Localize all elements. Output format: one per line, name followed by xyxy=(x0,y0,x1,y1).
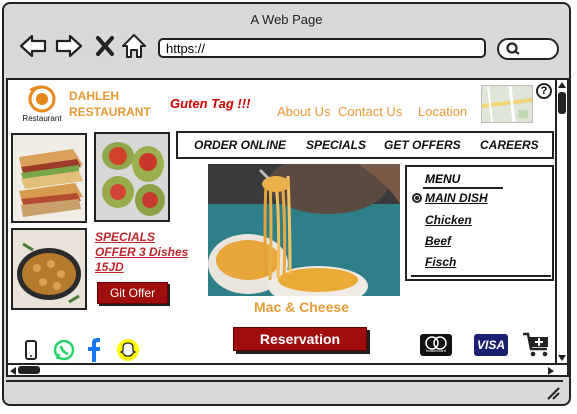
menu-title-underline xyxy=(423,187,503,189)
nav-careers[interactable]: CAREERS xyxy=(480,138,539,152)
menu-panel: MENU MAIN DISH Chicken Beef Fisch xyxy=(405,165,554,281)
avocado-toast-image-icon xyxy=(96,134,168,220)
address-bar[interactable]: https:// xyxy=(158,38,486,58)
horizontal-scroll-thumb[interactable] xyxy=(18,366,40,374)
horizontal-scrollbar[interactable] xyxy=(6,363,569,377)
back-arrow-icon[interactable] xyxy=(18,32,47,60)
sandwich-photo[interactable] xyxy=(11,133,87,223)
visa-icon: VISA xyxy=(474,334,508,356)
brand-line-2: RESTAURANT xyxy=(69,105,151,119)
sandwich-image-icon xyxy=(13,135,85,221)
restaurant-logo[interactable]: Restaurant xyxy=(16,84,68,124)
forward-arrow-icon[interactable] xyxy=(54,32,83,60)
menu-item-main-dish[interactable]: MAIN DISH xyxy=(425,191,488,205)
specials-price: 15JD xyxy=(95,260,124,274)
scroll-left-arrow-icon[interactable] xyxy=(10,367,16,375)
map-icon xyxy=(481,85,533,123)
menu-bottom-line xyxy=(411,275,551,277)
whatsapp-icon[interactable] xyxy=(52,338,76,362)
brand-name: DAHLEH RESTAURANT xyxy=(69,88,151,120)
phone-icon[interactable] xyxy=(24,340,38,360)
reservation-button[interactable]: Reservation xyxy=(233,327,367,351)
scroll-up-arrow-icon[interactable] xyxy=(558,82,566,88)
nav-specials[interactable]: SPECIALS xyxy=(306,138,366,152)
avocado-toast-photo[interactable] xyxy=(94,132,170,222)
mac-and-cheese-image-icon xyxy=(208,164,400,296)
nav-order-online[interactable]: ORDER ONLINE xyxy=(194,138,286,152)
menu-title: MENU xyxy=(425,172,461,186)
scroll-right-arrow-icon[interactable] xyxy=(548,367,554,375)
mac-and-cheese-photo[interactable] xyxy=(208,164,400,296)
help-icon[interactable]: ? xyxy=(536,83,552,99)
git-offer-button[interactable]: Git Offer xyxy=(97,282,168,304)
main-nav: ORDER ONLINE SPECIALS GET OFFERS CAREERS xyxy=(176,131,554,159)
link-location[interactable]: Location xyxy=(418,104,467,119)
vertical-scroll-thumb[interactable] xyxy=(558,92,566,114)
paella-image-icon xyxy=(13,230,85,308)
browser-search-field[interactable] xyxy=(497,38,559,60)
specials-offer: OFFER 3 Dishes xyxy=(95,245,189,259)
shopping-cart-add-icon[interactable] xyxy=(522,332,552,358)
link-contact-us[interactable]: Contact Us xyxy=(338,104,402,119)
specials-block: SPECIALS OFFER 3 Dishes 15JD xyxy=(95,230,188,275)
hero-caption: Mac & Cheese xyxy=(254,299,349,315)
link-about-us[interactable]: About Us xyxy=(277,104,330,119)
logo-caption: Restaurant xyxy=(22,114,62,123)
nav-get-offers[interactable]: GET OFFERS xyxy=(384,138,461,152)
mastercard-caption: mastercard xyxy=(425,348,446,353)
page-viewport: Restaurant DAHLEH RESTAURANT Guten Tag !… xyxy=(6,78,557,365)
menu-item-beef[interactable]: Beef xyxy=(425,234,451,248)
paella-photo[interactable] xyxy=(11,228,87,310)
window-title: A Web Page xyxy=(250,12,323,27)
home-icon[interactable] xyxy=(120,32,148,60)
radio-selected-icon[interactable] xyxy=(412,193,422,203)
resize-grip-icon[interactable] xyxy=(546,386,560,400)
greeting-text: Guten Tag !!! xyxy=(170,96,251,111)
menu-item-fisch[interactable]: Fisch xyxy=(425,255,456,269)
location-map-thumbnail[interactable] xyxy=(481,85,533,123)
mastercard-icon: mastercard xyxy=(420,334,452,356)
specials-title: SPECIALS xyxy=(95,230,156,244)
scroll-down-arrow-icon[interactable] xyxy=(558,355,566,361)
menu-item-chicken[interactable]: Chicken xyxy=(425,213,472,227)
facebook-icon[interactable] xyxy=(86,337,102,363)
logo-dish-icon xyxy=(28,85,56,113)
vertical-scrollbar[interactable] xyxy=(555,78,569,365)
search-icon xyxy=(506,42,520,55)
snapchat-icon[interactable] xyxy=(116,338,140,362)
brand-line-1: DAHLEH xyxy=(69,89,119,103)
status-bar xyxy=(6,380,563,402)
stop-x-icon[interactable] xyxy=(94,32,122,60)
